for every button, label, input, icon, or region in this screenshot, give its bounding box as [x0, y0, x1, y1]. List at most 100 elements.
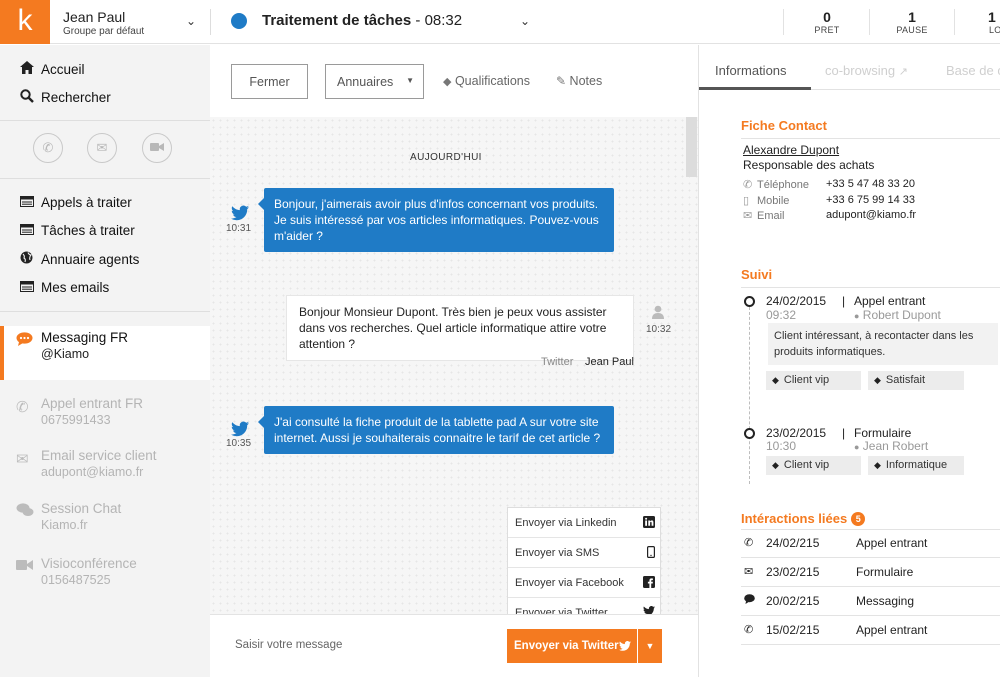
chat-icon	[744, 594, 755, 607]
pencil-icon: ✎	[556, 74, 567, 88]
phone-icon[interactable]: ✆	[33, 133, 63, 163]
user-icon: ●	[854, 442, 860, 452]
twitter-icon	[231, 421, 249, 437]
section-title-label: Intéractions liées	[741, 511, 848, 526]
nav-search[interactable]: Rechercher	[18, 89, 111, 106]
interaction-row[interactable]: ✉ 23/02/215 Formulaire	[741, 558, 1000, 587]
interaction-row[interactable]: ✆ 15/02/215 Appel entrant	[741, 616, 1000, 645]
channel-subtitle: Kiamo.fr	[41, 518, 88, 532]
search-icon	[18, 89, 35, 106]
tab-informations[interactable]: Informations	[715, 63, 787, 78]
channel-title: Email service client	[41, 448, 157, 463]
channel-email-service[interactable]: ✉ Email service client adupont@kiamo.fr	[0, 444, 210, 498]
channel-incoming-call-fr[interactable]: ✆ Appel entrant FR 0675991433	[0, 392, 210, 446]
contact-mobile-value[interactable]: +33 6 75 99 14 33	[826, 194, 915, 206]
nav-label: Annuaire agents	[41, 251, 140, 267]
tab-knowledge-base[interactable]: Base de c	[946, 63, 1000, 78]
followup-agent: ● Jean Robert	[854, 439, 928, 453]
tab-label: co-browsing	[825, 63, 896, 78]
chat-icon	[16, 332, 33, 350]
divider	[210, 9, 211, 35]
external-link-icon: ↗	[898, 66, 908, 78]
followup-time: 10:30	[766, 439, 797, 453]
followup-type[interactable]: Formulaire	[854, 426, 911, 440]
channel-subtitle: adupont@kiamo.fr	[41, 465, 144, 479]
send-via-sms-option[interactable]: Envoyer via SMS	[508, 538, 660, 568]
option-label: Envoyer via Facebook	[515, 577, 624, 589]
chevron-down-icon[interactable]: ⌄	[520, 14, 530, 28]
tag-icon: ◆	[772, 375, 779, 385]
nav-tasks-todo[interactable]: Tâches à traiter	[18, 222, 135, 238]
contact-mobile-label: ▯ Mobile	[743, 194, 789, 207]
stat-value: 0	[823, 9, 831, 25]
divider	[954, 9, 955, 35]
phone-icon: ✆	[16, 399, 29, 416]
qualifications-link[interactable]: ◆ Qualifications	[443, 74, 530, 88]
contact-phone-value[interactable]: +33 5 47 48 33 20	[826, 178, 915, 190]
nav-my-emails[interactable]: Mes emails	[18, 279, 109, 295]
nav-calls-todo[interactable]: Appels à traiter	[18, 194, 132, 210]
message-time: 10:31	[226, 223, 252, 234]
stat-label: LO	[989, 25, 1000, 35]
task-title[interactable]: Traitement de tâches - 08:32	[262, 12, 462, 29]
followup-type[interactable]: Appel entrant	[854, 294, 925, 308]
email-icon[interactable]: ✉	[87, 133, 117, 163]
divider	[741, 138, 1000, 139]
nav-label: Tâches à traiter	[41, 222, 135, 238]
timeline-dot	[744, 428, 755, 439]
interaction-row[interactable]: 20/02/215 Messaging	[741, 587, 1000, 616]
tag-icon: ◆	[874, 460, 881, 470]
tag-badge[interactable]: ◆ Informatique	[868, 456, 964, 475]
task-title-label: Traitement de tâches	[262, 12, 412, 29]
facebook-icon	[643, 576, 655, 591]
message-channel: Twitter	[541, 356, 574, 368]
video-icon[interactable]	[142, 133, 172, 163]
stat-pause[interactable]: 1 PAUSE	[882, 9, 942, 35]
stat-ready[interactable]: 0 PRET	[797, 9, 857, 35]
send-via-facebook-option[interactable]: Envoyer via Facebook	[508, 568, 660, 598]
option-label: Envoyer via SMS	[515, 547, 600, 559]
contact-section-title: Fiche Contact	[741, 118, 827, 133]
directory-dropdown[interactable]: Annuaires ▼	[325, 64, 424, 99]
directory-label: Annuaires	[337, 74, 394, 89]
tag-label: Informatique	[885, 459, 948, 471]
interaction-row[interactable]: ✆ 24/02/215 Appel entrant	[741, 529, 1000, 558]
interaction-type: Appel entrant	[856, 536, 928, 550]
interaction-date: 24/02/215	[766, 536, 820, 550]
email-icon: ✉	[16, 451, 29, 468]
tab-co-browsing[interactable]: co-browsing ↗	[825, 63, 908, 78]
send-options-toggle[interactable]: ▼	[638, 629, 662, 663]
interaction-date: 23/02/215	[766, 565, 820, 579]
message-input[interactable]	[235, 639, 475, 651]
divider	[741, 287, 1000, 288]
list-icon	[18, 194, 35, 210]
notes-link[interactable]: ✎ Notes	[556, 74, 602, 88]
qualifications-label: Qualifications	[454, 74, 530, 88]
tag-badge[interactable]: ◆ Client vip	[766, 456, 861, 475]
channel-messaging-fr[interactable]: Messaging FR @Kiamo	[0, 326, 210, 380]
timeline-line	[749, 302, 750, 484]
contact-email-value[interactable]: adupont@kiamo.fr	[826, 209, 916, 221]
tag-badge[interactable]: ◆ Client vip	[766, 371, 861, 390]
user-switcher[interactable]: Jean Paul Groupe par défaut	[63, 9, 144, 37]
context-panel: Informations co-browsing ↗ Base de c Fic…	[698, 45, 1000, 677]
tag-badge[interactable]: ◆ Satisfait	[868, 371, 964, 390]
nav-home[interactable]: Accueil	[18, 61, 85, 77]
followup-note: Client intéressant, à recontacter dans l…	[768, 323, 998, 365]
contact-name-link[interactable]: Alexandre Dupont	[743, 143, 839, 157]
contact-email-label: ✉ Email	[743, 209, 785, 222]
mobile-icon: ▯	[743, 195, 750, 207]
close-button[interactable]: Fermer	[231, 64, 308, 99]
channel-session-chat[interactable]: Session Chat Kiamo.fr	[0, 497, 210, 551]
send-via-linkedin-option[interactable]: Envoyer via Linkedin	[508, 508, 660, 538]
scrollbar[interactable]	[686, 117, 697, 177]
chevron-down-icon[interactable]: ⌄	[186, 14, 196, 28]
divider	[0, 120, 210, 121]
stat-logged[interactable]: 1 LO	[967, 9, 1000, 35]
contact-role: Responsable des achats	[743, 158, 875, 172]
nav-agents-directory[interactable]: Annuaire agents	[18, 251, 139, 267]
video-icon	[16, 558, 33, 575]
send-via-twitter-button[interactable]: Envoyer via Twitter	[507, 629, 637, 663]
channel-title: Session Chat	[41, 501, 122, 516]
channel-video-conference[interactable]: Visioconférence 0156487525	[0, 552, 210, 606]
